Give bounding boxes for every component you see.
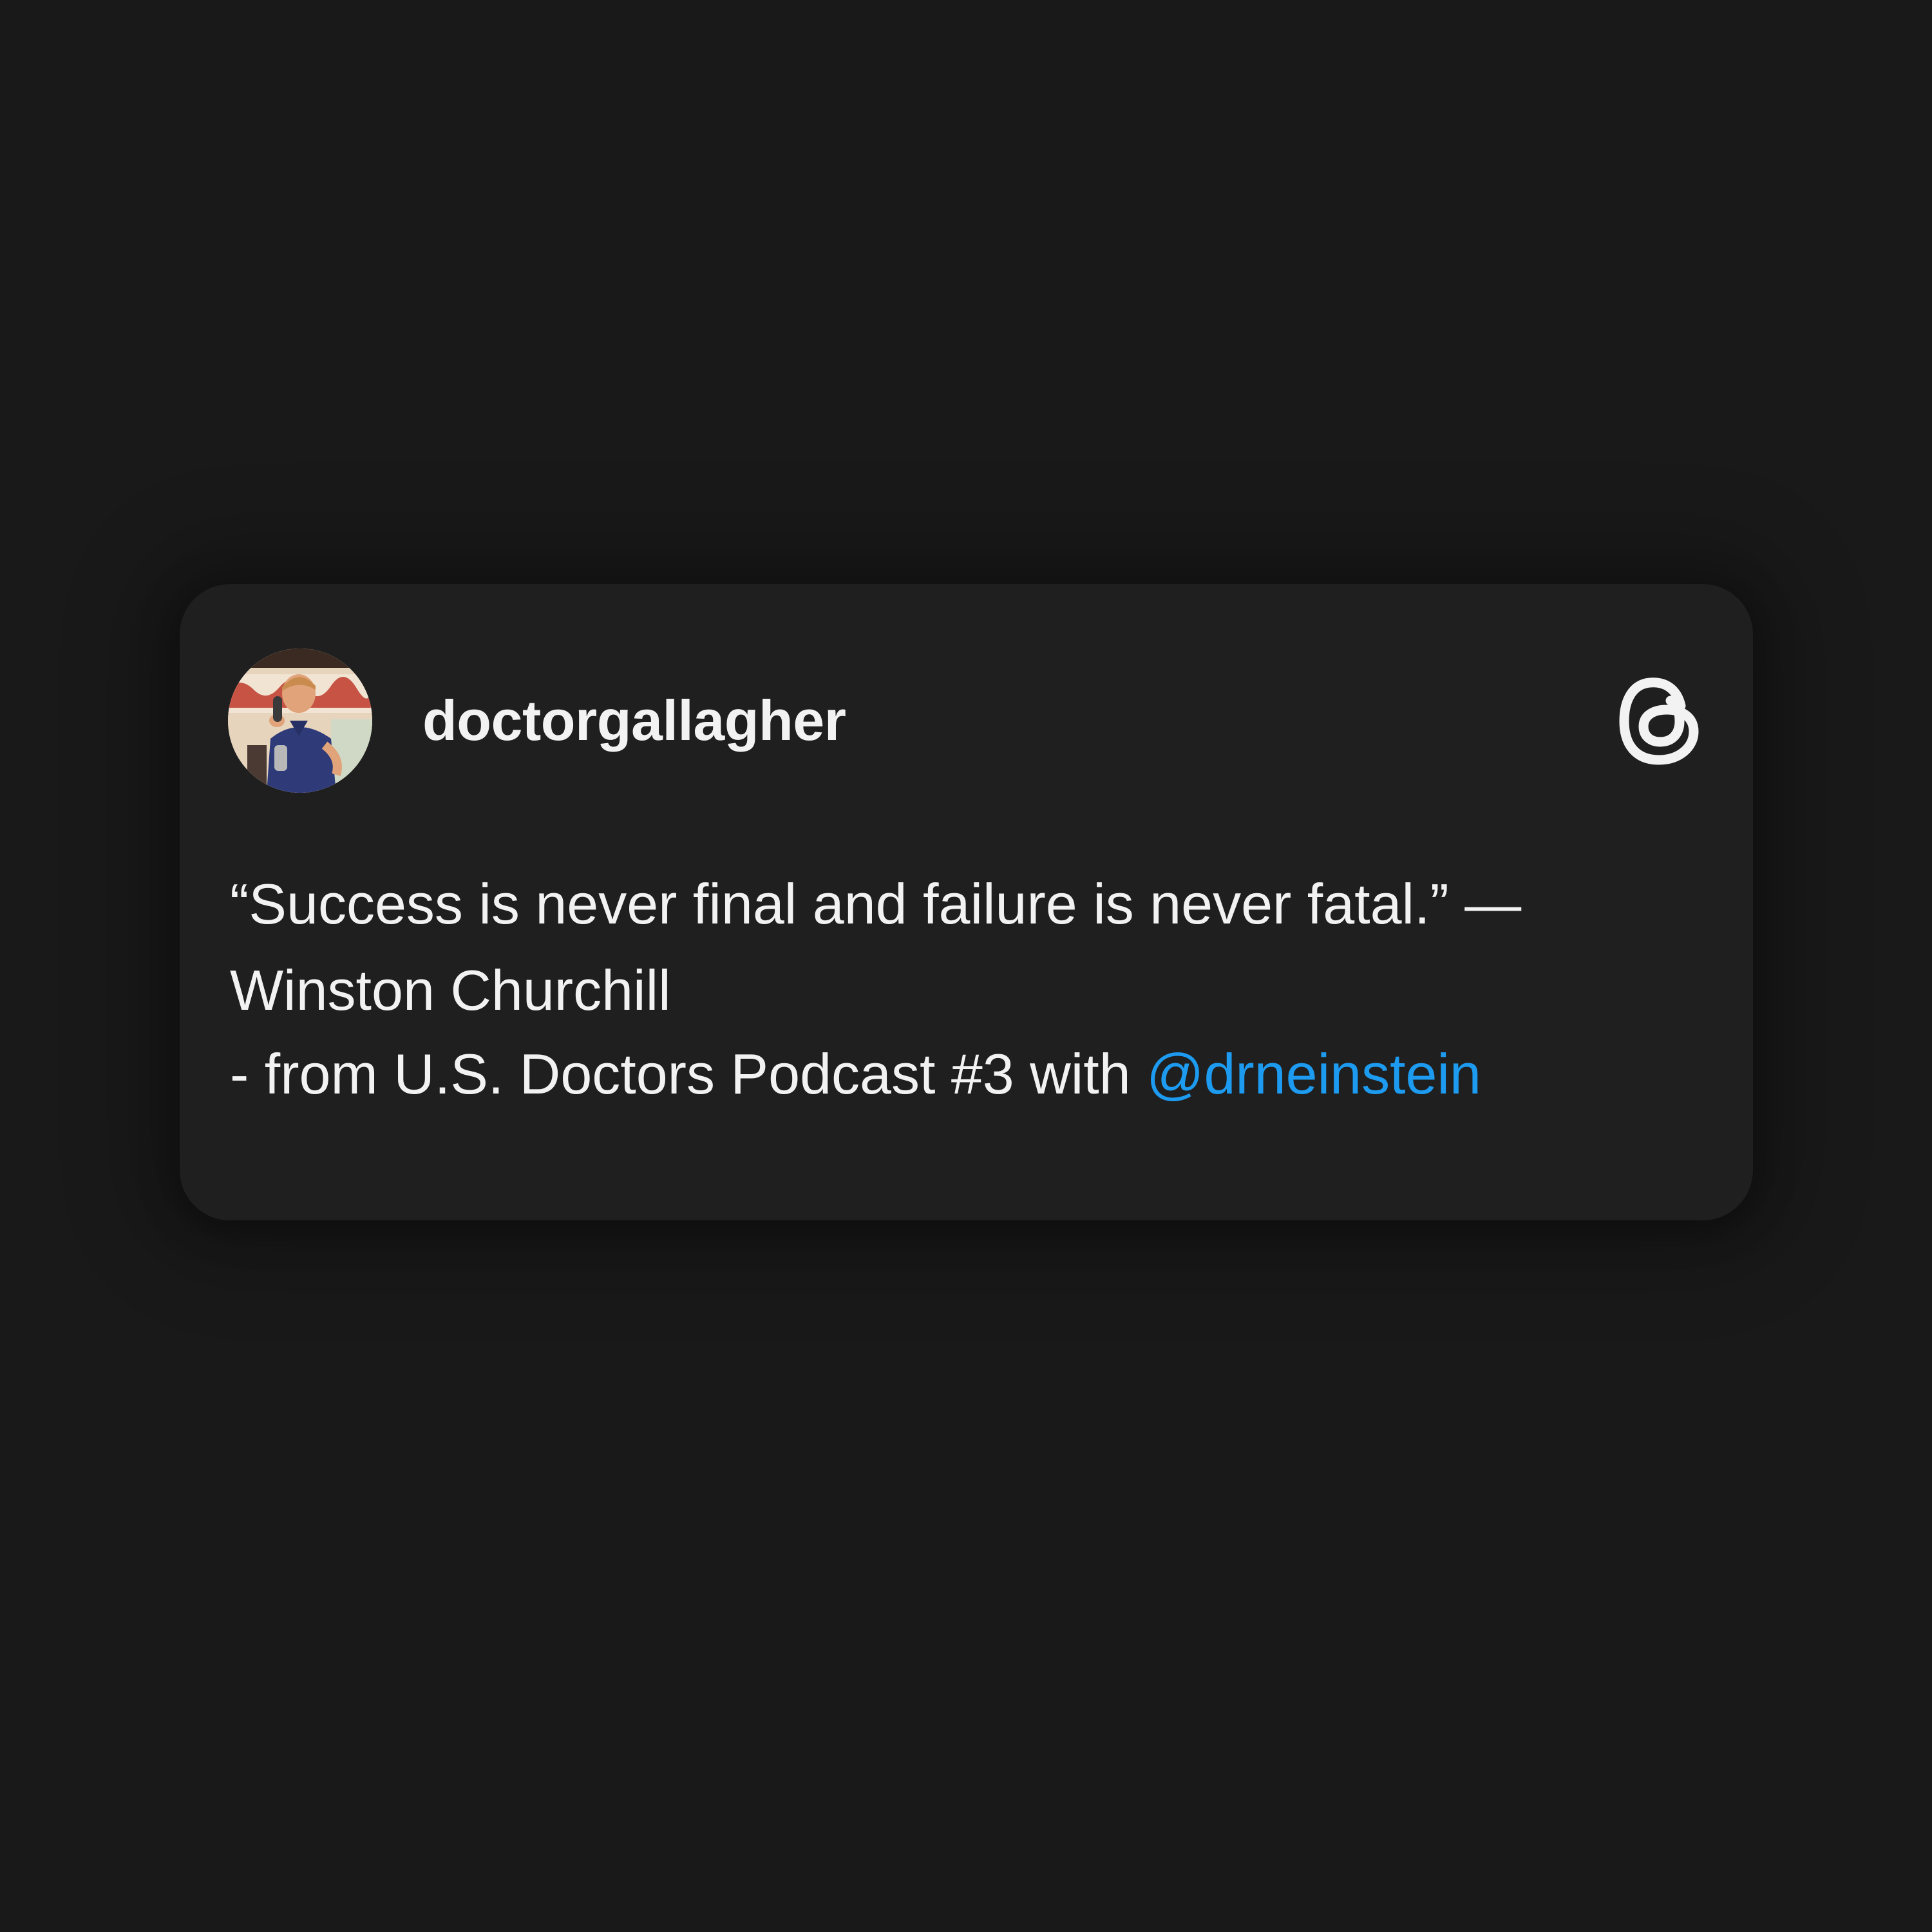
avatar[interactable] [228,649,372,793]
post-card[interactable]: doctorgallagher “Success is never final … [180,584,1753,1220]
post-source-line: - from U.S. Doctors Podcast #3 with @drn… [230,1031,1701,1117]
page-background: doctorgallagher “Success is never final … [0,0,1932,1932]
mention-link[interactable]: @drneinstein [1146,1042,1481,1106]
post-quote-text: “Success is never final and failure is n… [230,872,1522,1022]
post-header: doctorgallagher [228,647,1701,794]
avatar-photo [228,649,372,793]
source-text: - from U.S. Doctors Podcast #3 with [230,1042,1131,1106]
threads-logo-icon[interactable] [1619,674,1701,768]
username[interactable]: doctorgallagher [422,688,846,753]
